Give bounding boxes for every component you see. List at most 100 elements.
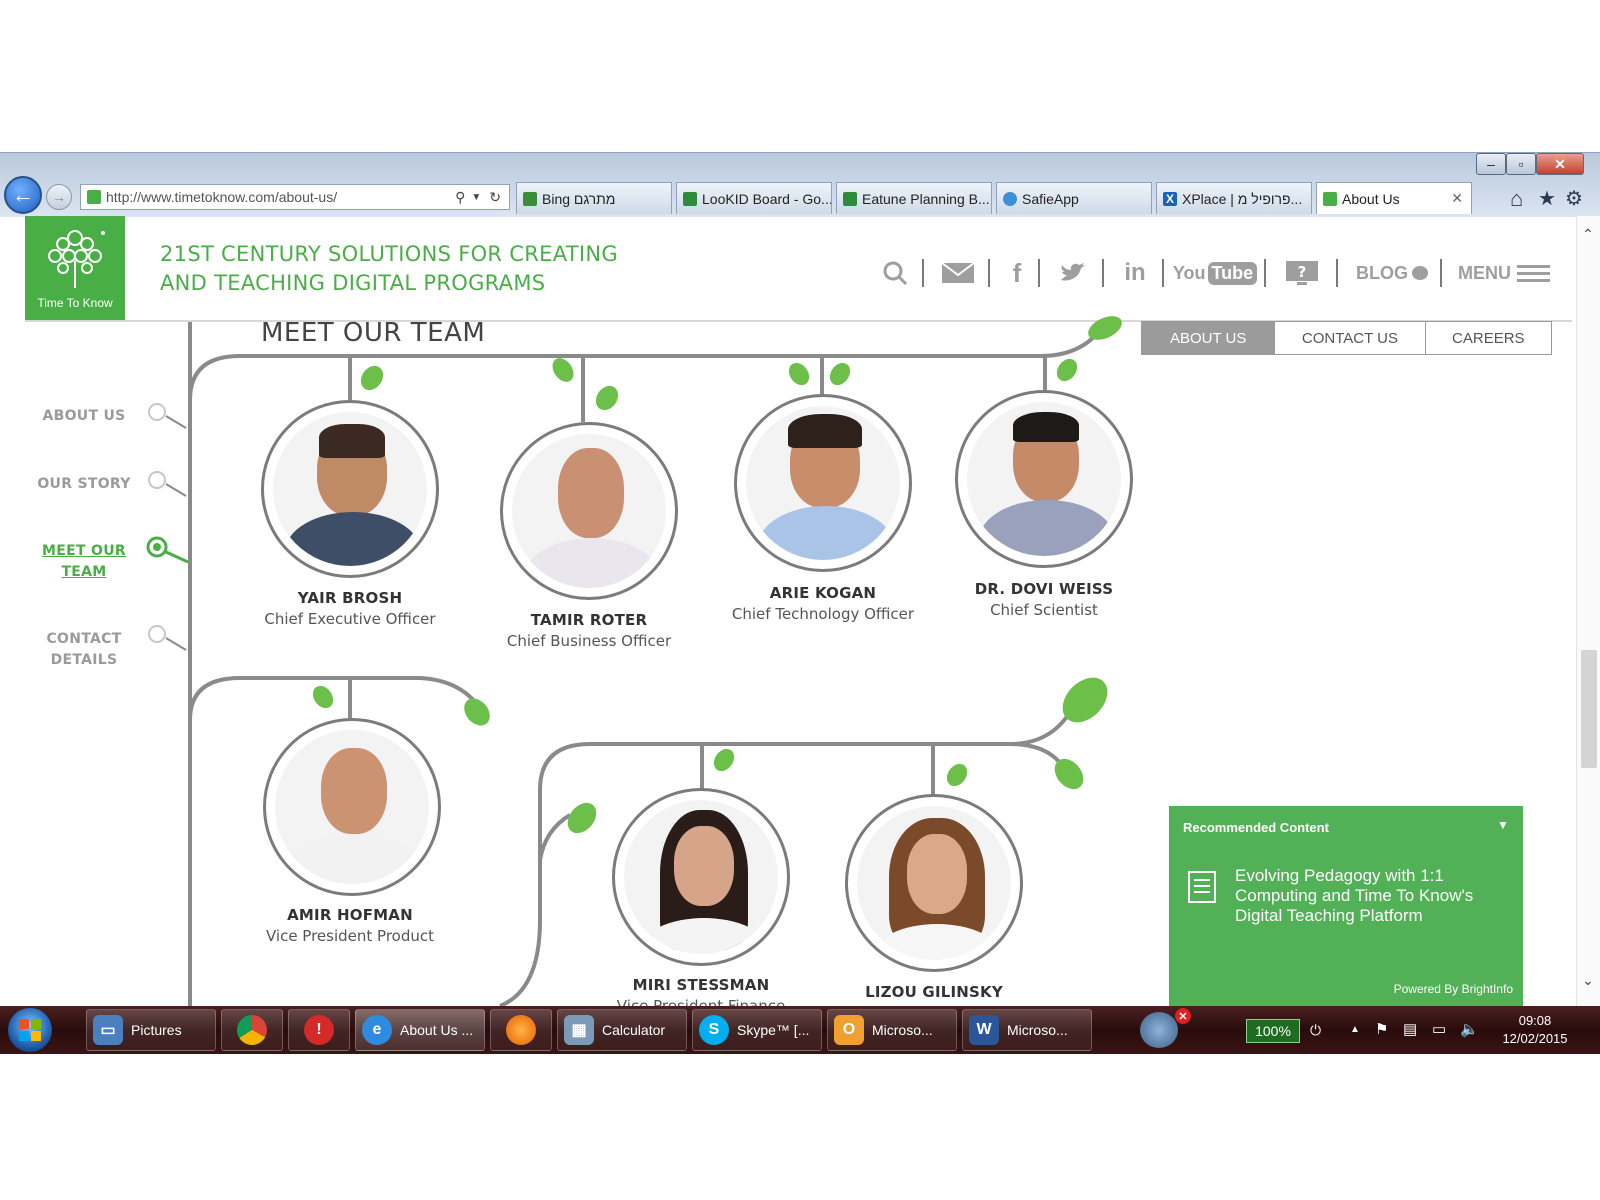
person-avatar-icon	[857, 806, 1011, 960]
page-scrollbar[interactable]: ⌃ ⌄	[1576, 216, 1600, 1006]
scroll-down-arrow-icon[interactable]: ⌄	[1582, 972, 1594, 989]
member-role: Chief Scientist	[990, 601, 1098, 619]
ie-icon: e	[362, 1015, 392, 1045]
taskbar-firefox[interactable]	[490, 1009, 552, 1051]
taskbar-outlook[interactable]: O Microso...	[827, 1009, 957, 1051]
person-avatar-icon	[746, 406, 900, 560]
calculator-icon: ▦	[564, 1015, 594, 1045]
member-name: MIRI STESSMAN	[632, 976, 770, 994]
settings-gear-icon[interactable]: ⚙	[1565, 186, 1583, 211]
taskbar-chrome[interactable]	[221, 1009, 283, 1051]
member-name: ARIE KOGAN	[769, 584, 877, 602]
team-photo-dovi-weiss[interactable]	[955, 390, 1133, 568]
hamburger-icon	[1517, 265, 1550, 282]
skype-icon: S	[699, 1015, 729, 1045]
taskbar-calculator[interactable]: ▦ Calculator	[557, 1009, 687, 1051]
clock-time: 09:08	[1518, 1013, 1552, 1028]
word-icon: W	[969, 1015, 999, 1045]
member-name: TAMIR ROTER	[530, 611, 648, 629]
page-title: MEET OUR TEAM	[261, 318, 486, 348]
member-name: LIZOU GILINSKY	[865, 983, 1003, 1001]
person-avatar-icon	[624, 800, 778, 954]
minimize-button[interactable]: –	[1476, 153, 1506, 175]
windows-logo-icon	[19, 1019, 41, 1041]
person-avatar-icon	[967, 402, 1121, 556]
sidebar-item-about-us[interactable]: ABOUT US	[30, 406, 138, 427]
recommended-content-box[interactable]: Recommended Content ▼ Evolving Pedagogy …	[1169, 806, 1523, 1006]
team-photo-yair-brosh[interactable]	[261, 400, 439, 578]
pictures-icon: ▭	[93, 1015, 123, 1045]
favorites-star-icon[interactable]: ★	[1538, 186, 1556, 211]
system-clock[interactable]: 09:08 12/02/2015	[1490, 1012, 1580, 1048]
member-name: YAIR BROSH	[297, 589, 403, 607]
header-separator	[1162, 259, 1164, 287]
member-name: AMIR HOFMAN	[287, 906, 413, 924]
speech-bubble-icon	[1412, 266, 1428, 280]
team-photo-tamir-roter[interactable]	[500, 422, 678, 600]
power-plug-icon[interactable]: ⏻	[1310, 1022, 1321, 1039]
start-button[interactable]	[8, 1008, 52, 1052]
network-icon[interactable]: ▭	[1432, 1020, 1446, 1038]
show-hidden-icons-arrow-icon[interactable]: ▲	[1350, 1024, 1360, 1035]
team-photo-amir-hofman[interactable]	[263, 718, 441, 896]
scroll-up-arrow-icon[interactable]: ⌃	[1582, 226, 1594, 243]
taskbar-internet-explorer[interactable]: e About Us ...	[355, 1009, 485, 1051]
sidebar-item-contact-details[interactable]: CONTACT DETAILS	[30, 629, 138, 671]
team-photo-arie-kogan[interactable]	[734, 394, 912, 572]
powered-by-text: Powered By BrightInfo	[1393, 982, 1513, 996]
blog-link[interactable]: BLOG	[1356, 258, 1428, 288]
person-avatar-icon	[512, 434, 666, 588]
chrome-icon	[237, 1015, 267, 1045]
device-icon[interactable]: ▤	[1403, 1020, 1417, 1038]
member-role: Vice President Finance	[616, 997, 786, 1006]
home-icon[interactable]: ⌂	[1510, 186, 1523, 212]
xplace-favicon-icon: X	[1163, 191, 1177, 206]
taskbar-app[interactable]: !	[288, 1009, 350, 1051]
firefox-icon	[506, 1015, 536, 1045]
menu-button[interactable]: MENU	[1458, 258, 1550, 288]
scrollbar-thumb[interactable]	[1581, 650, 1597, 768]
tab-about-us[interactable]: About Us ✕	[1316, 182, 1472, 214]
member-role-clip: Vice President Finance	[601, 997, 801, 1006]
network-app-icon[interactable]	[1140, 1012, 1178, 1048]
close-window-button[interactable]: ✕	[1536, 153, 1584, 175]
member-role: Vice President Product	[265, 927, 435, 945]
help-monitor-icon[interactable]: ?	[1284, 258, 1320, 288]
header-separator	[1440, 259, 1442, 287]
taskbar-pictures[interactable]: ▭ Pictures	[86, 1009, 216, 1051]
tab-label: XPlace | פרופיל מ...	[1182, 190, 1303, 207]
error-badge-icon: ✕	[1175, 1008, 1191, 1024]
app-icon: !	[304, 1015, 334, 1045]
site-favicon	[1323, 191, 1337, 206]
clock-date: 12/02/2015	[1502, 1031, 1568, 1046]
tab-xplace[interactable]: X XPlace | פרופיל מ...	[1156, 182, 1312, 214]
volume-speaker-icon[interactable]: 🔈	[1460, 1020, 1479, 1038]
recommended-heading: Recommended Content	[1183, 820, 1329, 835]
member-role: Chief Technology Officer	[731, 605, 915, 623]
document-icon	[1187, 870, 1217, 904]
team-photo-miri-stessman[interactable]	[612, 788, 790, 966]
subnav-about-us[interactable]: ABOUT US	[1142, 322, 1276, 354]
header-separator	[1264, 259, 1266, 287]
svg-text:?: ?	[1298, 263, 1307, 281]
taskbar-word[interactable]: W Microso...	[962, 1009, 1092, 1051]
subnav-contact-us[interactable]: CONTACT US	[1275, 322, 1426, 354]
member-name: DR. DOVI WEISS	[974, 580, 1114, 598]
sub-navigation: ABOUT US CONTACT US CAREERS	[1141, 321, 1552, 355]
sidebar-item-our-story[interactable]: OUR STORY	[30, 474, 138, 495]
youtube-icon[interactable]: You Tube	[1173, 258, 1258, 288]
outlook-icon: O	[834, 1015, 864, 1045]
sidebar-item-meet-our-team[interactable]: MEET OUR TEAM	[30, 541, 138, 583]
subnav-careers[interactable]: CAREERS	[1426, 322, 1551, 354]
team-photo-lizou-gilinsky[interactable]	[845, 794, 1023, 972]
tab-label: About Us	[1342, 190, 1400, 207]
maximize-button[interactable]: ▫	[1506, 153, 1536, 175]
action-center-flag-icon[interactable]: ⚑	[1375, 1020, 1388, 1038]
recommended-article-link[interactable]: Evolving Pedagogy with 1:1 Computing and…	[1235, 866, 1505, 926]
taskbar-skype[interactable]: S Skype™ [...	[692, 1009, 822, 1051]
collapse-chevron-icon[interactable]: ▼	[1497, 818, 1509, 832]
battery-indicator[interactable]: 100%	[1246, 1019, 1300, 1043]
member-role: Chief Business Officer	[506, 632, 672, 650]
close-tab-icon[interactable]: ✕	[1451, 190, 1463, 207]
header-separator	[1336, 259, 1338, 287]
